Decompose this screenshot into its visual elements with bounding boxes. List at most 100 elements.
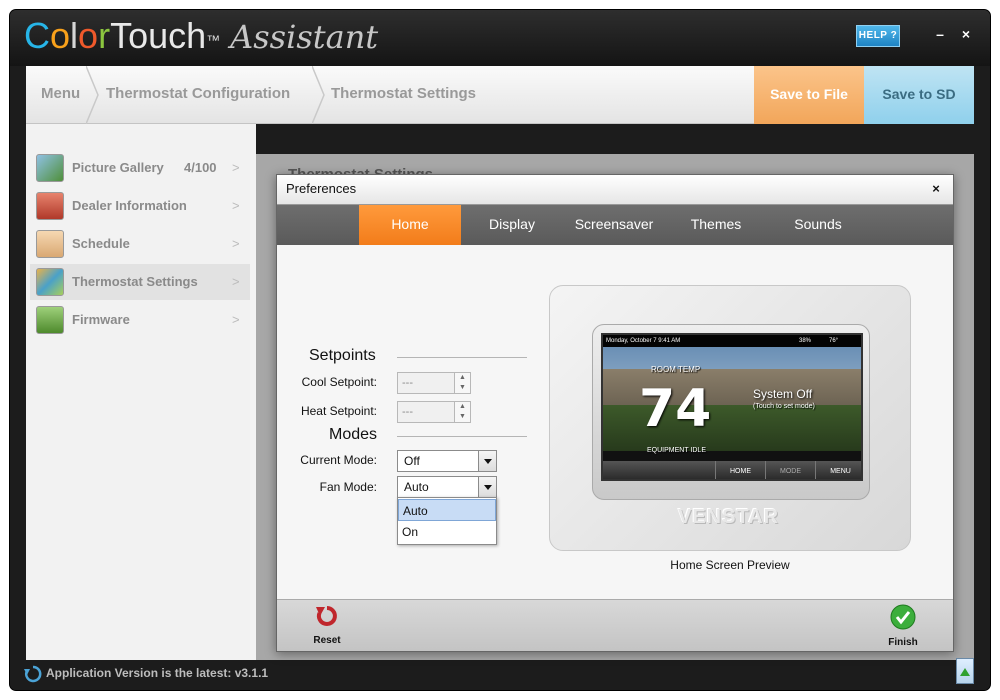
sidebar-item-dealer-information[interactable]: Dealer Information > [30, 188, 250, 224]
finish-label: Finish [888, 637, 918, 648]
heat-setpoint-spinner[interactable]: --- ▲ ▼ [397, 401, 471, 423]
breadcrumb-menu[interactable]: Menu [41, 66, 80, 124]
humidity-readout: 38% [799, 338, 812, 344]
cool-setpoint-spinner[interactable]: --- ▲ ▼ [397, 372, 471, 394]
touch-hint: (Touch to set mode) [753, 403, 815, 410]
dialog-title-bar: Preferences × [277, 175, 953, 205]
version-text: Application Version is the latest: v3.1.… [46, 666, 269, 680]
logo-word: Touch [110, 15, 207, 56]
tab-sounds[interactable]: Sounds [767, 205, 869, 245]
fan-option-auto[interactable]: Auto [398, 499, 496, 521]
thermostat-settings-icon [36, 268, 64, 296]
dialog-close-button[interactable]: × [927, 180, 945, 198]
tab-home[interactable]: Home [359, 205, 461, 245]
fan-option-on[interactable]: On [398, 521, 496, 543]
fan-mode-label: Fan Mode: [319, 480, 377, 494]
reset-label: Reset [313, 635, 341, 646]
heat-setpoint-label: Heat Setpoint: [300, 404, 377, 418]
chevron-right-icon: > [232, 198, 240, 213]
dealer-information-icon [36, 192, 64, 220]
finish-button[interactable]: Finish [873, 604, 933, 648]
current-mode-select[interactable]: Off [397, 450, 497, 472]
help-button[interactable]: HELP ? [856, 25, 900, 47]
venstar-logo: VENSTAR [678, 506, 780, 528]
sidebar-item-label: Picture Gallery [72, 160, 164, 175]
minimize-button[interactable]: – [930, 24, 950, 44]
chevron-right-icon: > [232, 274, 240, 289]
logo-letter: o [50, 15, 71, 56]
thermostat-preview: Monday, October 7 9:41 AM 38% 76° ROOM T… [549, 285, 911, 551]
preview-caption: Home Screen Preview [670, 558, 790, 572]
room-temp-value: 74 [639, 379, 712, 439]
save-to-sd-button[interactable]: Save to SD [864, 66, 974, 124]
logo-subtitle: Assistant [230, 18, 379, 56]
refresh-icon [24, 665, 42, 683]
trademark-symbol: ™ [206, 32, 221, 48]
chevron-down-icon[interactable] [478, 477, 496, 497]
sidebar-item-label: Firmware [72, 312, 130, 327]
current-mode-value: Off [404, 454, 420, 468]
title-bar: ColorTouch™ Assistant HELP ? – × [10, 10, 990, 66]
preview-datetime: Monday, October 7 9:41 AM [606, 338, 681, 344]
heat-setpoint-value: --- [402, 406, 413, 418]
sidebar-item-schedule[interactable]: Schedule > [30, 226, 250, 262]
preferences-dialog: Preferences × Home Display Screensaver T… [276, 174, 954, 652]
spinner-up-icon[interactable]: ▲ [454, 373, 470, 383]
cool-setpoint-value: --- [402, 377, 413, 389]
save-to-file-button[interactable]: Save to File [754, 66, 864, 124]
breadcrumb-separator [86, 66, 100, 124]
sidebar-item-thermostat-settings[interactable]: Thermostat Settings > [30, 264, 250, 300]
logo-letter: C [24, 15, 50, 56]
spinner-up-icon[interactable]: ▲ [454, 402, 470, 412]
preview-screen: Monday, October 7 9:41 AM 38% 76° ROOM T… [601, 333, 863, 481]
picture-count: 4/100 [184, 160, 217, 175]
preview-menu-button: MENU [815, 461, 861, 479]
spinner-down-icon[interactable]: ▼ [454, 383, 470, 393]
close-window-button[interactable]: × [956, 24, 976, 44]
chevron-right-icon: > [232, 312, 240, 327]
section-divider [397, 436, 527, 437]
sidebar-item-picture-gallery[interactable]: Picture Gallery 4/100 > [30, 150, 250, 186]
breadcrumb-separator [312, 66, 326, 124]
update-icon[interactable] [956, 658, 974, 684]
logo-letter: l [70, 15, 79, 56]
equipment-status: EQUIPMENT IDLE [647, 447, 706, 454]
preview-home-button: HOME [715, 461, 765, 479]
cool-setpoint-label: Cool Setpoint: [301, 375, 377, 389]
status-bar: Application Version is the latest: v3.1.… [10, 658, 990, 690]
fan-mode-dropdown: Auto On [397, 497, 497, 545]
sidebar-item-label: Thermostat Settings [72, 274, 198, 289]
spinner-down-icon[interactable]: ▼ [454, 412, 470, 422]
app-window: ColorTouch™ Assistant HELP ? – × Menu The… [10, 10, 990, 690]
dialog-title: Preferences [286, 181, 357, 196]
thermostat-bezel: Monday, October 7 9:41 AM 38% 76° ROOM T… [592, 324, 870, 500]
current-mode-label: Current Mode: [300, 453, 377, 467]
reset-button[interactable]: Reset [297, 604, 357, 646]
logo-letter: r [98, 15, 111, 56]
reset-icon [316, 606, 337, 626]
breadcrumb-thermostat-settings[interactable]: Thermostat Settings [331, 66, 476, 124]
dialog-footer: Reset Finish [277, 599, 953, 651]
breadcrumb-thermostat-configuration[interactable]: Thermostat Configuration [106, 66, 290, 124]
sidebar: Picture Gallery 4/100 > Dealer Informati… [26, 124, 256, 660]
logo-letter: o [78, 15, 99, 56]
preview-button-bar: HOME MODE MENU [603, 461, 861, 479]
finish-check-icon [890, 604, 916, 630]
chevron-right-icon: > [232, 236, 240, 251]
schedule-icon [36, 230, 64, 258]
fan-mode-select[interactable]: Auto [397, 476, 497, 498]
preview-mode-button: MODE [765, 461, 815, 479]
breadcrumb: Menu Thermostat Configuration Thermostat… [26, 66, 974, 124]
tab-screensaver[interactable]: Screensaver [563, 205, 665, 245]
tab-display[interactable]: Display [461, 205, 563, 245]
tab-themes[interactable]: Themes [665, 205, 767, 245]
sidebar-item-label: Schedule [72, 236, 130, 251]
tab-bar: Home Display Screensaver Themes Sounds [277, 205, 953, 245]
modes-heading: Modes [329, 426, 378, 443]
chevron-right-icon: > [232, 160, 240, 175]
chevron-down-icon[interactable] [478, 451, 496, 471]
sidebar-item-firmware[interactable]: Firmware > [30, 302, 250, 338]
preview-top-bar: Monday, October 7 9:41 AM 38% 76° [603, 335, 861, 347]
outdoor-temp-readout: 76° [829, 338, 839, 344]
setpoints-heading: Setpoints [309, 347, 376, 364]
